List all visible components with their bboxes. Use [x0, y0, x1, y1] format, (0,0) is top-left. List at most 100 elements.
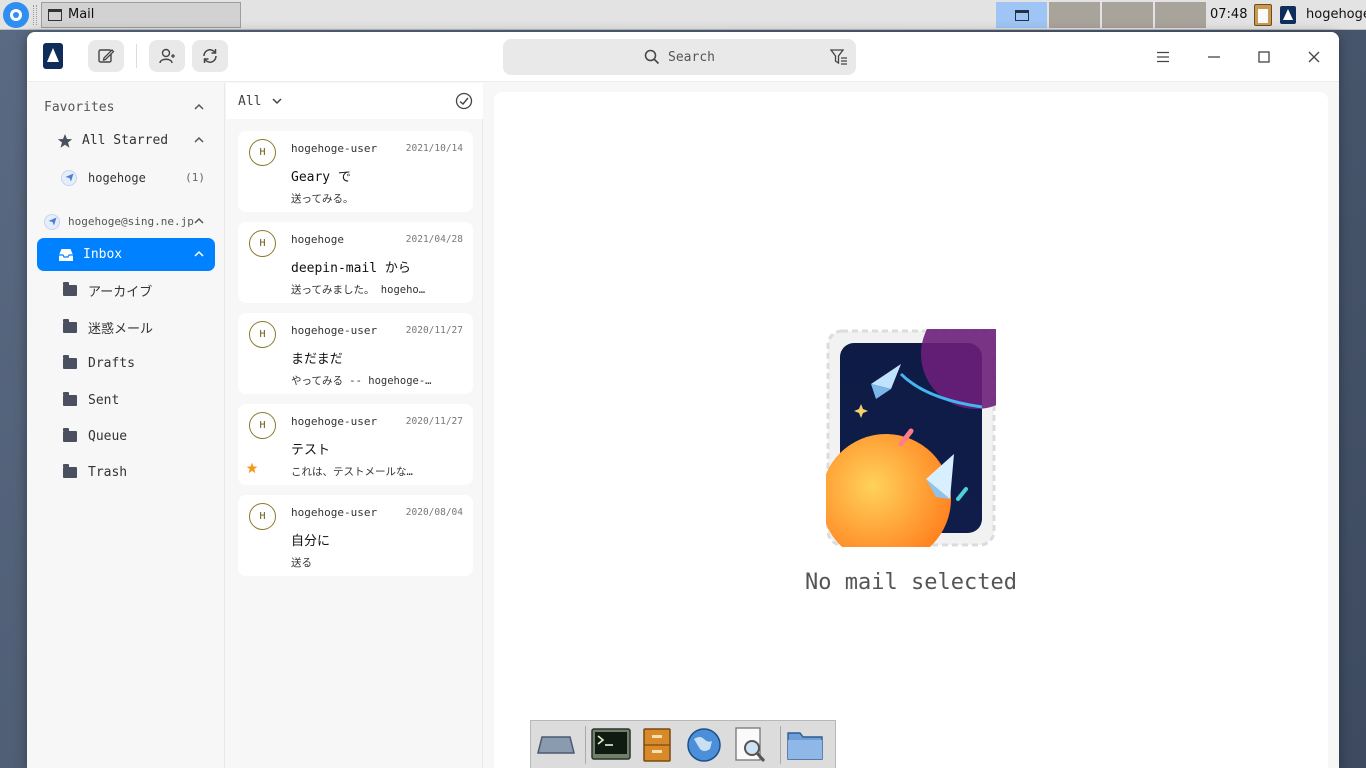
- filter-dropdown-label: All: [238, 93, 262, 109]
- clipboard-icon[interactable]: [1254, 4, 1272, 26]
- refresh-button[interactable]: [192, 40, 228, 72]
- empty-state-text: No mail selected: [805, 570, 1017, 595]
- mail-preview: 送ってみました。 hogeho…: [291, 284, 426, 296]
- main-menu-button[interactable]: [1150, 44, 1176, 70]
- maximize-button[interactable]: [1251, 44, 1277, 70]
- mail-item[interactable]: H hogehoge 2021/04/28 deepin-mail から 送って…: [238, 222, 473, 303]
- folder-label: Queue: [88, 429, 128, 444]
- maximize-icon: [1258, 51, 1270, 63]
- sidebar: Favorites All Starred hogehoge (1) hogeh…: [27, 83, 225, 768]
- search-icon: [644, 49, 660, 65]
- mail-subject: まだまだ: [291, 352, 343, 367]
- workspace-3[interactable]: [1102, 2, 1153, 28]
- favorites-section[interactable]: Favorites: [37, 91, 215, 124]
- system-panel: Mail 07:48 hogehoge: [0, 0, 1366, 30]
- folder-label: 迷惑メール: [88, 322, 154, 337]
- filter-icon[interactable]: [830, 48, 848, 66]
- dock-separator: [779, 725, 781, 764]
- mail-item[interactable]: H hogehoge-user 2020/11/27 まだまだ やってみる --…: [238, 313, 473, 394]
- filter-dropdown[interactable]: All: [238, 94, 283, 109]
- folder-icon: [63, 319, 77, 333]
- mail-subject: Geary で: [291, 170, 351, 185]
- folder-icon: [63, 464, 77, 478]
- sidebar-item-spam[interactable]: 迷惑メール: [37, 311, 215, 344]
- mail-subject: 自分に: [291, 534, 331, 549]
- folder-label: Sent: [88, 393, 120, 408]
- workspace-2[interactable]: [1049, 2, 1100, 28]
- inbox-label: Inbox: [83, 247, 123, 262]
- compose-icon: [98, 49, 115, 63]
- select-check-icon[interactable]: [455, 92, 473, 110]
- app-menu-icon[interactable]: [3, 1, 29, 28]
- sidebar-item-starred-account[interactable]: hogehoge (1): [37, 161, 215, 194]
- avatar: H: [249, 230, 276, 257]
- mail-from: hogehoge-user: [291, 415, 378, 428]
- inbox-icon: [59, 248, 73, 261]
- avatar: H: [249, 139, 276, 166]
- avatar: H: [249, 321, 276, 348]
- sidebar-item-queue[interactable]: Queue: [37, 420, 215, 453]
- chevron-up-icon[interactable]: [193, 215, 205, 227]
- mail-preview: これは、テストメールな…: [291, 466, 413, 478]
- workspace-1[interactable]: [996, 2, 1047, 28]
- sidebar-item-all-starred[interactable]: All Starred: [37, 124, 215, 157]
- toolbar-separator: [136, 44, 137, 68]
- contacts-button[interactable]: [149, 40, 185, 72]
- folder-icon[interactable]: [785, 723, 826, 767]
- taskbar-window-button[interactable]: Mail: [41, 1, 241, 28]
- account-icon: [44, 213, 60, 230]
- favorites-label: Favorites: [44, 100, 115, 115]
- refresh-icon: [203, 49, 217, 63]
- all-starred-label: All Starred: [82, 133, 169, 148]
- window-icon: [48, 8, 62, 21]
- star-icon[interactable]: [246, 462, 258, 474]
- sidebar-item-sent[interactable]: Sent: [37, 384, 215, 417]
- chevron-up-icon[interactable]: [193, 134, 205, 146]
- panel-username[interactable]: hogehoge: [1306, 7, 1366, 22]
- sidebar-item-drafts[interactable]: Drafts: [37, 347, 215, 380]
- starred-count: (1): [185, 171, 205, 184]
- contacts-icon: [159, 48, 175, 64]
- mail-from: hogehoge: [291, 233, 344, 246]
- mail-item[interactable]: H hogehoge-user 2020/08/04 自分に 送る: [238, 495, 473, 576]
- mail-tray-icon[interactable]: [1280, 6, 1296, 24]
- mail-item[interactable]: H hogehoge-user 2021/10/14 Geary で 送ってみる…: [238, 131, 473, 212]
- minimize-button[interactable]: [1201, 44, 1227, 70]
- mail-item[interactable]: H hogehoge-user 2020/11/27 テスト これは、テストメー…: [238, 404, 473, 485]
- terminal-icon[interactable]: [590, 723, 631, 767]
- star-icon: [57, 133, 73, 148]
- account-section[interactable]: hogehoge@sing.ne.jp: [37, 205, 215, 238]
- web-browser-icon[interactable]: [683, 723, 724, 767]
- sidebar-item-trash[interactable]: Trash: [37, 456, 215, 489]
- desktop-icon[interactable]: [535, 723, 576, 767]
- mail-from: hogehoge-user: [291, 506, 378, 519]
- hamburger-icon: [1157, 51, 1169, 63]
- folder-icon: [63, 428, 77, 442]
- compose-button[interactable]: [88, 40, 124, 72]
- dock-separator: [585, 725, 587, 764]
- mail-window: Search Favorites All Starred hogehoge (1…: [27, 32, 1339, 768]
- chevron-up-icon[interactable]: [193, 248, 205, 260]
- workspace-4[interactable]: [1155, 2, 1206, 28]
- folder-icon: [63, 282, 77, 296]
- mail-subject: deepin-mail から: [291, 261, 411, 276]
- workspace-pager[interactable]: [996, 2, 1206, 28]
- chevron-up-icon[interactable]: [193, 101, 205, 113]
- mail-date: 2020/11/27: [405, 416, 463, 427]
- clock[interactable]: 07:48: [1210, 7, 1247, 22]
- search-input[interactable]: Search: [503, 39, 856, 75]
- mail-subject: テスト: [291, 443, 331, 458]
- chevron-down-icon: [272, 98, 283, 105]
- mail-from: hogehoge-user: [291, 142, 378, 155]
- close-button[interactable]: [1301, 44, 1327, 70]
- folder-label: Trash: [88, 465, 128, 480]
- minimize-icon: [1208, 56, 1220, 58]
- app-logo-icon: [43, 43, 63, 69]
- sidebar-item-archive[interactable]: アーカイブ: [37, 274, 215, 307]
- mail-from: hogehoge-user: [291, 324, 378, 337]
- panel-grip[interactable]: [33, 4, 37, 25]
- document-viewer-icon[interactable]: [729, 723, 770, 767]
- folder-label: Drafts: [88, 356, 135, 371]
- sidebar-item-inbox[interactable]: Inbox: [37, 238, 215, 271]
- file-cabinet-icon[interactable]: [637, 723, 678, 767]
